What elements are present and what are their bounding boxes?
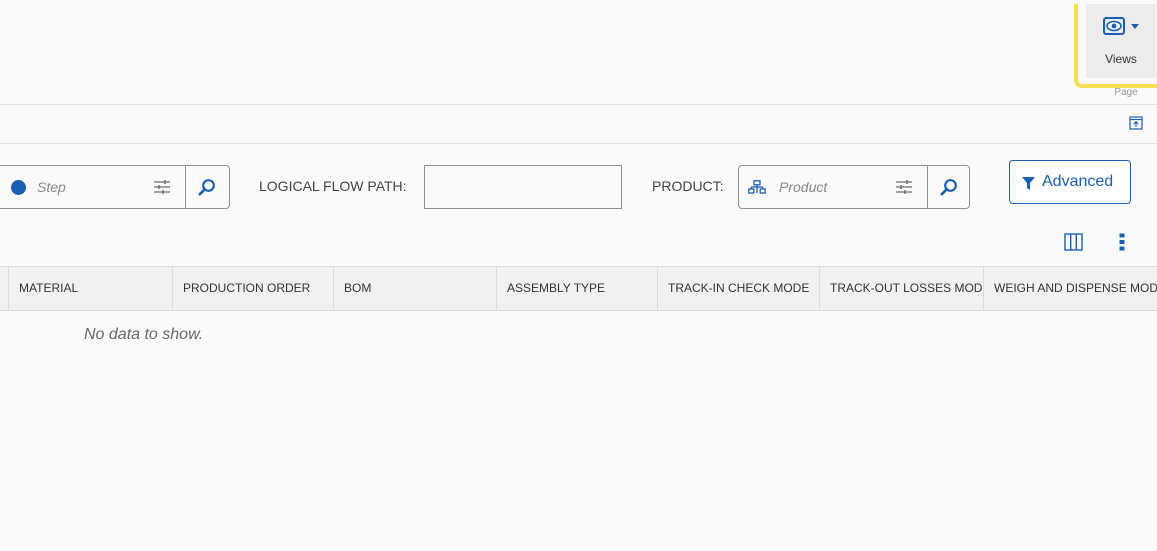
lookup-divider (185, 166, 186, 208)
eye-icon (1103, 17, 1125, 35)
chevron-down-icon (1131, 24, 1139, 29)
product-label: PRODUCT: (652, 178, 724, 194)
search-icon[interactable] (198, 178, 216, 196)
search-icon[interactable] (940, 178, 958, 196)
views-label: Views (1105, 52, 1137, 66)
product-placeholder: Product (779, 179, 828, 195)
column-header-bom[interactable]: BOM (333, 267, 496, 310)
kebab-icon[interactable] (1119, 233, 1125, 251)
collapse-up-icon[interactable] (1129, 116, 1143, 130)
ribbon-group-label: Page (1114, 87, 1138, 98)
column-header-material[interactable]: MATERIAL (8, 267, 172, 310)
column-header-track-in-check-mode[interactable]: TRACK-IN CHECK MODE (657, 267, 819, 310)
logical-flow-path-input[interactable] (424, 165, 622, 209)
logical-flow-path-label: LOGICAL FLOW PATH: (259, 178, 407, 194)
views-group: Views (1074, 4, 1157, 88)
funnel-icon (1022, 177, 1035, 190)
column-header-production-order[interactable]: PRODUCTION ORDER (172, 267, 333, 310)
lookup-divider (927, 166, 928, 208)
columns-icon[interactable] (1064, 233, 1083, 251)
column-header-weigh-and-dispense-mode[interactable]: WEIGH AND DISPENSE MODE (983, 267, 1157, 310)
ribbon (0, 0, 1157, 105)
step-icon (11, 180, 26, 195)
table-header: MATERIAL PRODUCTION ORDER BOM ASSEMBLY T… (0, 266, 1157, 311)
advanced-label: Advanced (1042, 173, 1114, 190)
sub-toolbar (0, 106, 1157, 144)
product-lookup[interactable]: Product (738, 165, 970, 209)
advanced-filter-button[interactable]: Advanced (1009, 160, 1131, 204)
column-header-assembly-type[interactable]: ASSEMBLY TYPE (496, 267, 657, 310)
product-icon (748, 180, 766, 194)
column-header-track-out-losses-mode[interactable]: TRACK-OUT LOSSES MODE (819, 267, 983, 310)
step-placeholder: Step (37, 179, 66, 195)
empty-state-message: No data to show. (84, 326, 204, 343)
sliders-icon[interactable] (895, 179, 913, 195)
views-button[interactable]: Views (1086, 4, 1156, 78)
step-lookup[interactable]: Step (0, 165, 230, 209)
sliders-icon[interactable] (153, 179, 171, 195)
